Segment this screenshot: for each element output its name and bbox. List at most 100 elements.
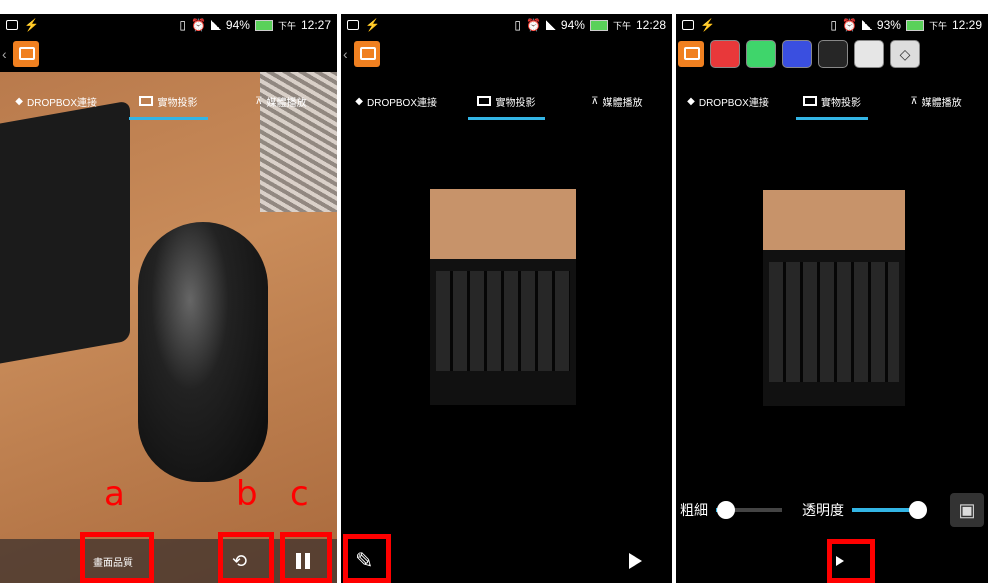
tab-bar: ◆ DROPBOX連接 實物投影 ⊼ 媒體播放: [341, 80, 672, 122]
tab-dropbox-label: DROPBOX連接: [698, 97, 769, 109]
mouse-image: [138, 222, 268, 482]
battery-icon: [589, 19, 608, 31]
snapshot-image: [763, 190, 905, 406]
tab-projection-label: 實物投影: [157, 97, 198, 109]
battery-icon: [905, 19, 924, 31]
tab-dropbox-label: DROPBOX連接: [27, 97, 98, 109]
tab-media-label: 媒體播放: [921, 97, 962, 109]
tab-projection[interactable]: 實物投影: [112, 80, 224, 122]
dropbox-icon: ◆: [15, 95, 23, 107]
back-chevron-icon[interactable]: ‹: [343, 46, 348, 62]
usb-icon: ⚡: [24, 18, 39, 32]
highlight-a: [80, 532, 154, 583]
phone-screen-preview: ⚡ ▯ ⏰ 94% 下午 12:28 ‹ ◆ DROPBOX連接 實物投影 ⊼ 媒體…: [341, 14, 672, 583]
media-icon: ⊼: [591, 95, 599, 107]
signal-icon: [545, 20, 556, 30]
clock: 12:29: [951, 18, 982, 32]
color-swatch-white[interactable]: [854, 40, 884, 68]
tab-projection[interactable]: 實物投影: [451, 80, 561, 122]
highlight-b: [218, 532, 274, 583]
phone-screen-draw: ⚡ ▯ ⏰ 93% 下午 12:29 ◇ ◆ DROPBOX連接 實物投影 ⊼ 媒體…: [676, 14, 988, 583]
battery-percent: 94%: [225, 18, 250, 32]
play-button[interactable]: [629, 553, 642, 569]
camera-icon: [803, 96, 817, 106]
opacity-slider[interactable]: [852, 501, 927, 519]
camera-icon: [477, 96, 492, 106]
app-bar: ◇: [676, 36, 988, 72]
ampm-label: 下午: [928, 20, 947, 31]
status-bar: ⚡ ▯ ⏰ 94% 下午 12:28: [341, 14, 672, 36]
tab-dropbox[interactable]: ◆ DROPBOX連接: [341, 80, 451, 122]
screen-icon: [6, 20, 18, 30]
alarm-icon: ⏰: [841, 18, 857, 32]
tab-dropbox-label: DROPBOX連接: [367, 97, 438, 109]
tab-media-label: 媒體播放: [602, 97, 643, 109]
alarm-icon: ⏰: [525, 18, 541, 32]
tab-media[interactable]: ⊼ 媒體播放: [884, 80, 988, 122]
thickness-slider-knob[interactable]: [716, 501, 735, 519]
tab-dropbox[interactable]: ◆ DROPBOX連接: [676, 80, 780, 122]
snapshot-image: [430, 189, 576, 405]
highlight-pen: [343, 534, 391, 583]
save-icon[interactable]: ▣: [950, 493, 984, 527]
color-swatch-black[interactable]: [818, 40, 848, 68]
color-swatch-green[interactable]: [746, 40, 776, 68]
brush-controls: 粗細 透明度 ▣: [676, 492, 988, 528]
tab-projection[interactable]: 實物投影: [780, 80, 884, 122]
camera-feed: [0, 72, 337, 583]
tab-media-label: 媒體播放: [266, 97, 307, 109]
highlight-c: [280, 532, 332, 583]
ampm-label: 下午: [612, 20, 631, 31]
screen-icon: [347, 20, 359, 30]
opacity-slider-knob[interactable]: [909, 501, 927, 519]
phone-screen-camera: ⚡ ▯ ⏰ 94% 下午 12:27 ‹ ◆ DROPBOX連接 實物投影 ⊼ 媒體…: [0, 14, 337, 583]
color-swatch-blue[interactable]: [782, 40, 812, 68]
clock: 12:27: [300, 18, 331, 32]
tab-projection-label: 實物投影: [495, 97, 536, 109]
vibrate-icon: ▯: [514, 18, 521, 32]
top-caption-strip: [0, 0, 988, 14]
highlight-play: [827, 539, 875, 583]
tab-dropbox[interactable]: ◆ DROPBOX連接: [0, 80, 112, 122]
signal-icon: [210, 20, 221, 30]
keys-image: [769, 262, 899, 382]
app-logo[interactable]: [678, 41, 704, 67]
battery-icon: [254, 19, 273, 31]
status-bar: ⚡ ▯ ⏰ 93% 下午 12:29: [676, 14, 988, 36]
tab-media[interactable]: ⊼ 媒體播放: [562, 80, 672, 122]
battery-percent: 93%: [876, 18, 901, 32]
tab-media[interactable]: ⊼ 媒體播放: [225, 80, 337, 122]
usb-icon: ⚡: [365, 18, 380, 32]
tab-bar: ◆ DROPBOX連接 實物投影 ⊼ 媒體播放: [676, 80, 988, 122]
vibrate-icon: ▯: [179, 18, 186, 32]
color-palette: [710, 40, 884, 68]
keys-image: [436, 271, 570, 371]
alarm-icon: ⏰: [190, 18, 206, 32]
thickness-slider[interactable]: [716, 501, 782, 519]
ampm-label: 下午: [277, 20, 296, 31]
usb-icon: ⚡: [700, 18, 715, 32]
dropbox-icon: ◆: [355, 95, 363, 107]
opacity-label: 透明度: [802, 502, 844, 518]
annotation-c: c: [290, 474, 309, 514]
vibrate-icon: ▯: [830, 18, 837, 32]
app-bar: ‹: [0, 36, 337, 72]
eraser-icon[interactable]: ◇: [890, 40, 920, 68]
annotation-b: b: [236, 474, 258, 514]
app-logo[interactable]: [353, 41, 380, 67]
thickness-label: 粗細: [680, 502, 708, 518]
keyboard-image: [0, 100, 130, 364]
tab-projection-label: 實物投影: [821, 97, 861, 109]
screen-icon: [682, 20, 694, 30]
annotation-a: a: [104, 474, 125, 514]
back-chevron-icon[interactable]: ‹: [2, 46, 7, 62]
status-bar: ⚡ ▯ ⏰ 94% 下午 12:27: [0, 14, 337, 36]
tab-bar: ◆ DROPBOX連接 實物投影 ⊼ 媒體播放: [0, 80, 337, 122]
media-icon: ⊼: [910, 95, 918, 107]
color-swatch-red[interactable]: [710, 40, 740, 68]
clock: 12:28: [635, 18, 666, 32]
app-logo[interactable]: [12, 41, 39, 67]
dropbox-icon: ◆: [687, 95, 695, 107]
battery-percent: 94%: [560, 18, 585, 32]
camera-icon: [139, 96, 154, 106]
